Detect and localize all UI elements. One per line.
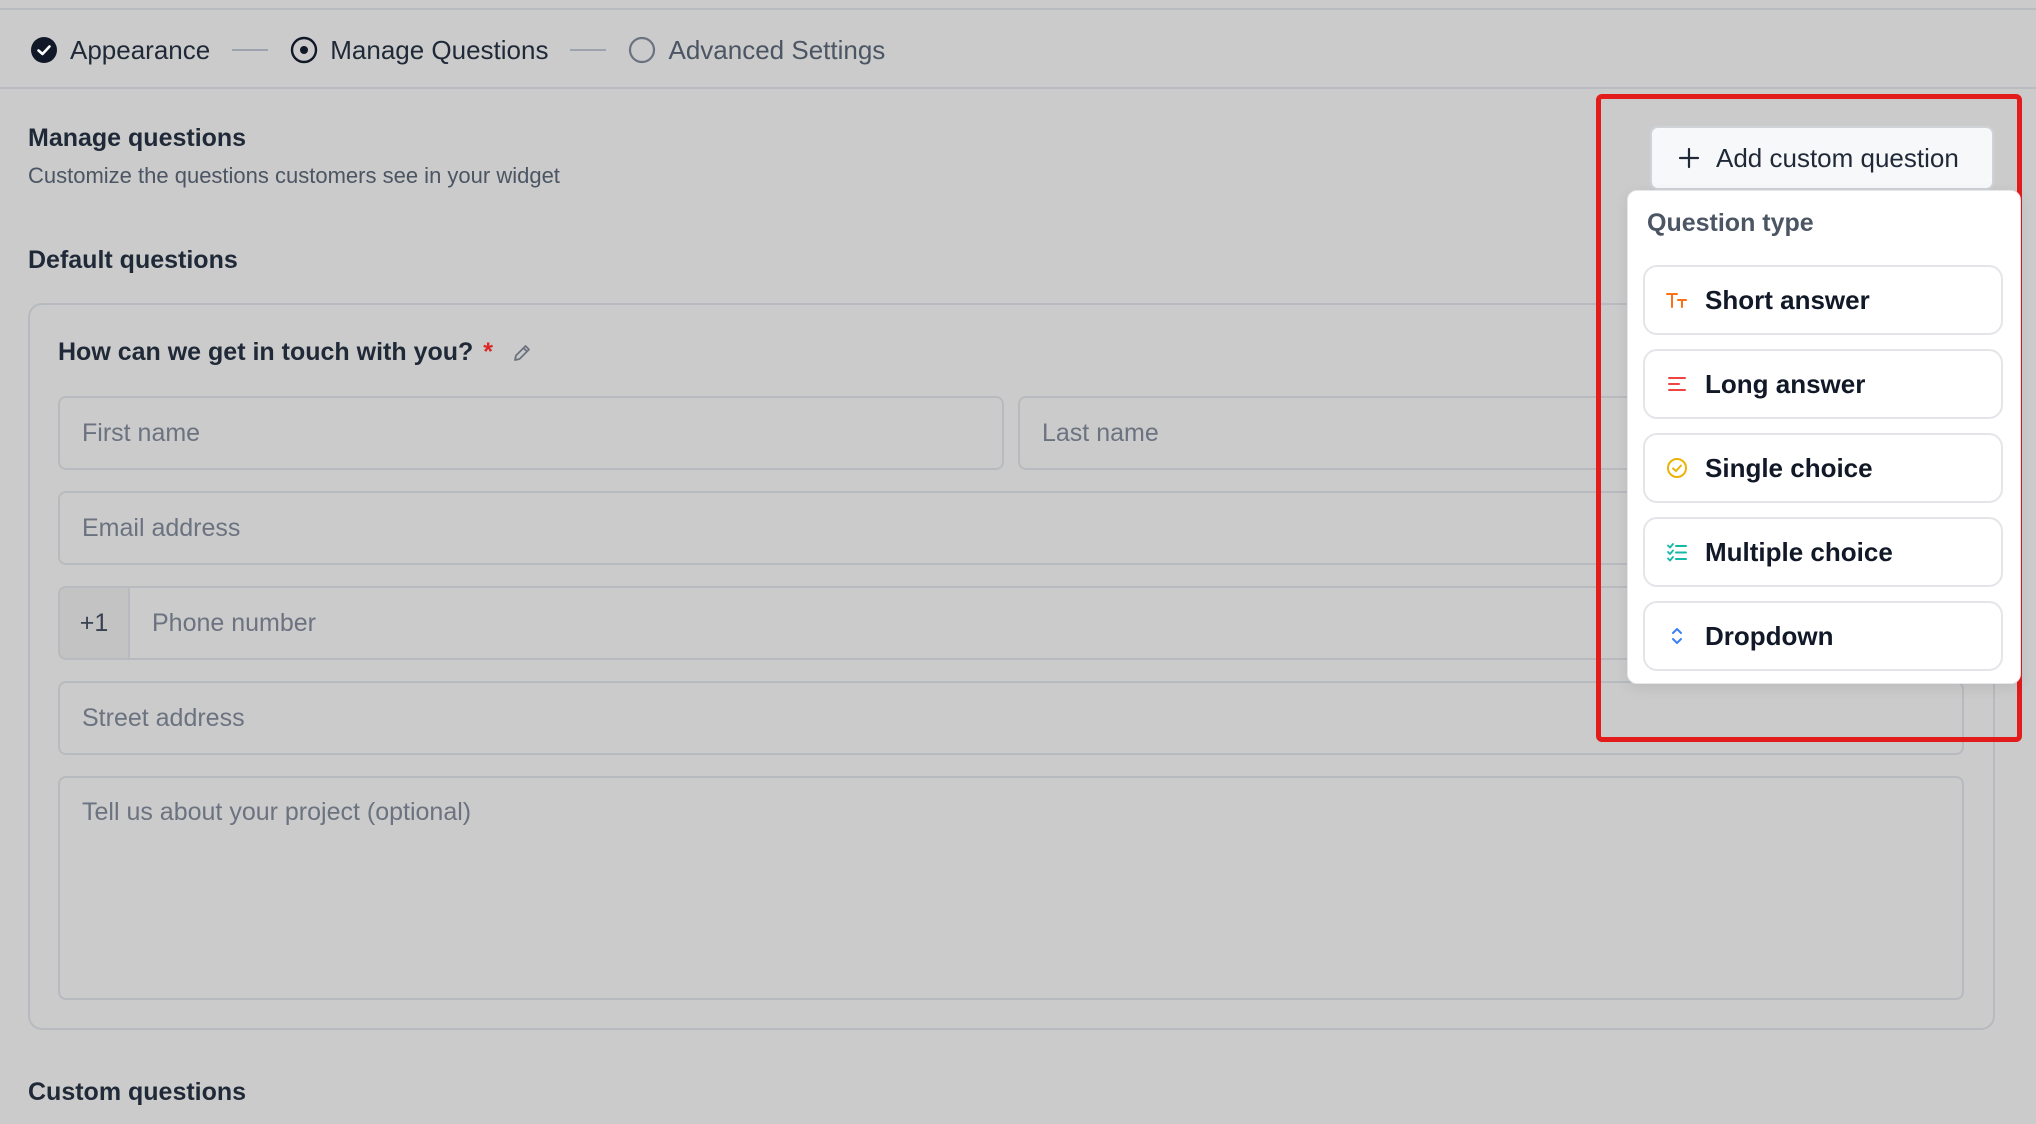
menu-item-multiple-choice[interactable]: Multiple choice <box>1643 517 2003 587</box>
plus-icon <box>1678 147 1700 169</box>
menu-item-single-choice[interactable]: Single choice <box>1643 433 2003 503</box>
menu-item-label: Long answer <box>1705 368 1866 399</box>
text-size-icon <box>1665 288 1689 312</box>
question-label: How can we get in touch with you? <box>58 338 474 366</box>
pencil-icon[interactable] <box>511 342 533 364</box>
question-title: How can we get in touch with you? * <box>58 338 533 367</box>
stepper-divider <box>0 87 2036 89</box>
page-title: Manage questions <box>28 124 247 152</box>
question-type-menu: Question type Short answer Long answer S… <box>1627 190 2021 684</box>
top-border <box>0 8 2036 10</box>
empty-circle-icon <box>629 36 656 64</box>
street-placeholder: Street address <box>82 703 245 732</box>
first-name-field[interactable]: First name <box>58 396 1004 470</box>
step-label: Appearance <box>70 34 211 65</box>
chevron-up-down-icon <box>1665 624 1689 648</box>
check-circle-icon <box>31 37 57 63</box>
checklist-icon <box>1665 540 1689 564</box>
menu-item-label: Single choice <box>1705 452 1873 483</box>
step-manage-questions[interactable]: Manage Questions <box>290 35 548 66</box>
menu-item-label: Dropdown <box>1705 620 1834 651</box>
menu-item-long-answer[interactable]: Long answer <box>1643 349 2003 419</box>
custom-questions-heading: Custom questions <box>28 1078 247 1106</box>
add-button-label: Add custom question <box>1716 142 1959 173</box>
phone-country-prefix[interactable]: +1 <box>58 586 130 660</box>
stepper: Appearance Manage Questions Advanced Set… <box>30 30 885 70</box>
first-name-placeholder: First name <box>82 418 201 447</box>
text-lines-icon <box>1665 372 1689 396</box>
step-separator <box>232 49 269 51</box>
menu-item-dropdown[interactable]: Dropdown <box>1643 601 2003 671</box>
phone-prefix-label: +1 <box>79 608 109 637</box>
step-appearance[interactable]: Appearance <box>30 35 210 66</box>
email-placeholder: Email address <box>82 513 241 542</box>
menu-item-short-answer[interactable]: Short answer <box>1643 265 2003 335</box>
step-advanced-settings[interactable]: Advanced Settings <box>628 35 885 66</box>
menu-title: Question type <box>1647 209 1814 237</box>
default-questions-heading: Default questions <box>28 246 238 274</box>
required-marker: * <box>483 338 494 366</box>
project-placeholder: Tell us about your project (optional) <box>82 798 472 826</box>
menu-item-label: Multiple choice <box>1705 536 1893 567</box>
check-circle-icon <box>1665 456 1689 480</box>
radio-dot-icon <box>291 36 318 64</box>
step-label: Manage Questions <box>330 34 549 65</box>
step-separator <box>570 49 607 51</box>
step-label: Advanced Settings <box>668 34 886 65</box>
menu-item-label: Short answer <box>1705 284 1870 315</box>
last-name-placeholder: Last name <box>1042 418 1159 447</box>
add-custom-question-button[interactable]: Add custom question <box>1650 126 1994 190</box>
phone-placeholder: Phone number <box>152 608 317 637</box>
page-subtitle: Customize the questions customers see in… <box>28 163 560 188</box>
project-description-textarea[interactable]: Tell us about your project (optional) <box>58 776 1964 1000</box>
